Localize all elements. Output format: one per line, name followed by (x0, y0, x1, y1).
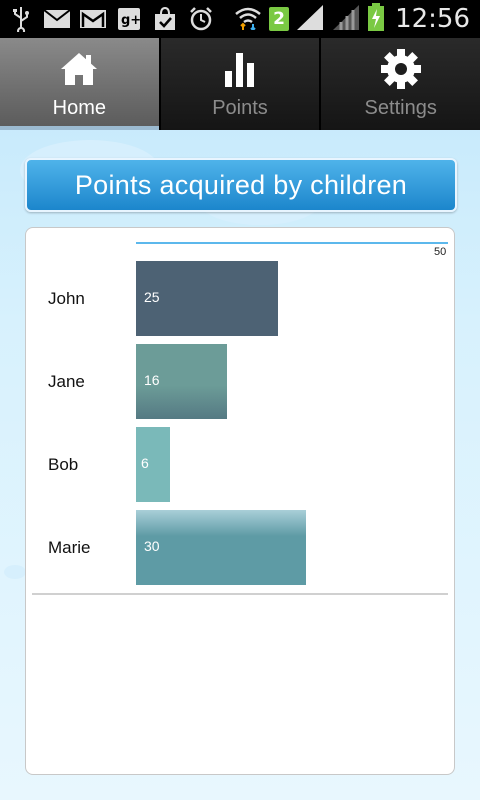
signal-icon (295, 3, 325, 35)
bar-bob[interactable]: 6 (136, 427, 170, 502)
tab-settings[interactable]: Settings (321, 38, 480, 130)
tab-home-label: Home (52, 96, 107, 119)
bar-chart-icon (223, 49, 257, 89)
sim-badge-icon: 2 (269, 7, 290, 31)
tab-points[interactable]: Points (160, 38, 322, 130)
bar-john[interactable]: 25 (136, 261, 278, 336)
chart-title-banner: Points acquired by children (25, 158, 457, 212)
category-label-marie: Marie (48, 538, 91, 557)
signal-empty-icon (331, 3, 361, 35)
chart-baseline (32, 593, 448, 595)
category-label-john: John (48, 289, 85, 308)
axis-max-label: 50 (434, 246, 447, 258)
chart-axis-top (136, 242, 448, 244)
bar-jane[interactable]: 16 (136, 344, 227, 419)
tab-points-label: Points (212, 96, 268, 119)
home-icon (60, 49, 98, 89)
tab-home[interactable]: Home (0, 38, 161, 130)
status-bar: g+ 2 12:56 (0, 0, 480, 38)
alarm-icon (186, 5, 216, 33)
mail-icon (42, 5, 72, 33)
tab-bar: Home Points Settings (0, 38, 480, 130)
bar-value-label: 6 (141, 455, 149, 471)
shopping-bag-icon (150, 5, 180, 33)
google-plus-icon: g+ (114, 5, 144, 33)
battery-charging-icon (367, 2, 385, 36)
category-label-jane: Jane (48, 372, 85, 391)
gmail-icon (78, 5, 108, 33)
category-label-bob: Bob (48, 455, 79, 474)
bar-value-label: 30 (144, 538, 160, 554)
chart-title: Points acquired by children (74, 169, 408, 200)
gear-icon (380, 48, 422, 89)
background-cloud (4, 565, 26, 579)
clock: 12:56 (395, 4, 470, 34)
bar-value-label: 25 (144, 289, 160, 305)
wifi-icon (233, 4, 263, 34)
usb-icon (6, 5, 36, 33)
bar-value-label: 16 (144, 372, 160, 388)
bar-marie[interactable]: 30 (136, 510, 306, 585)
tab-settings-label: Settings (364, 96, 437, 119)
svg-text:g+: g+ (121, 13, 141, 28)
